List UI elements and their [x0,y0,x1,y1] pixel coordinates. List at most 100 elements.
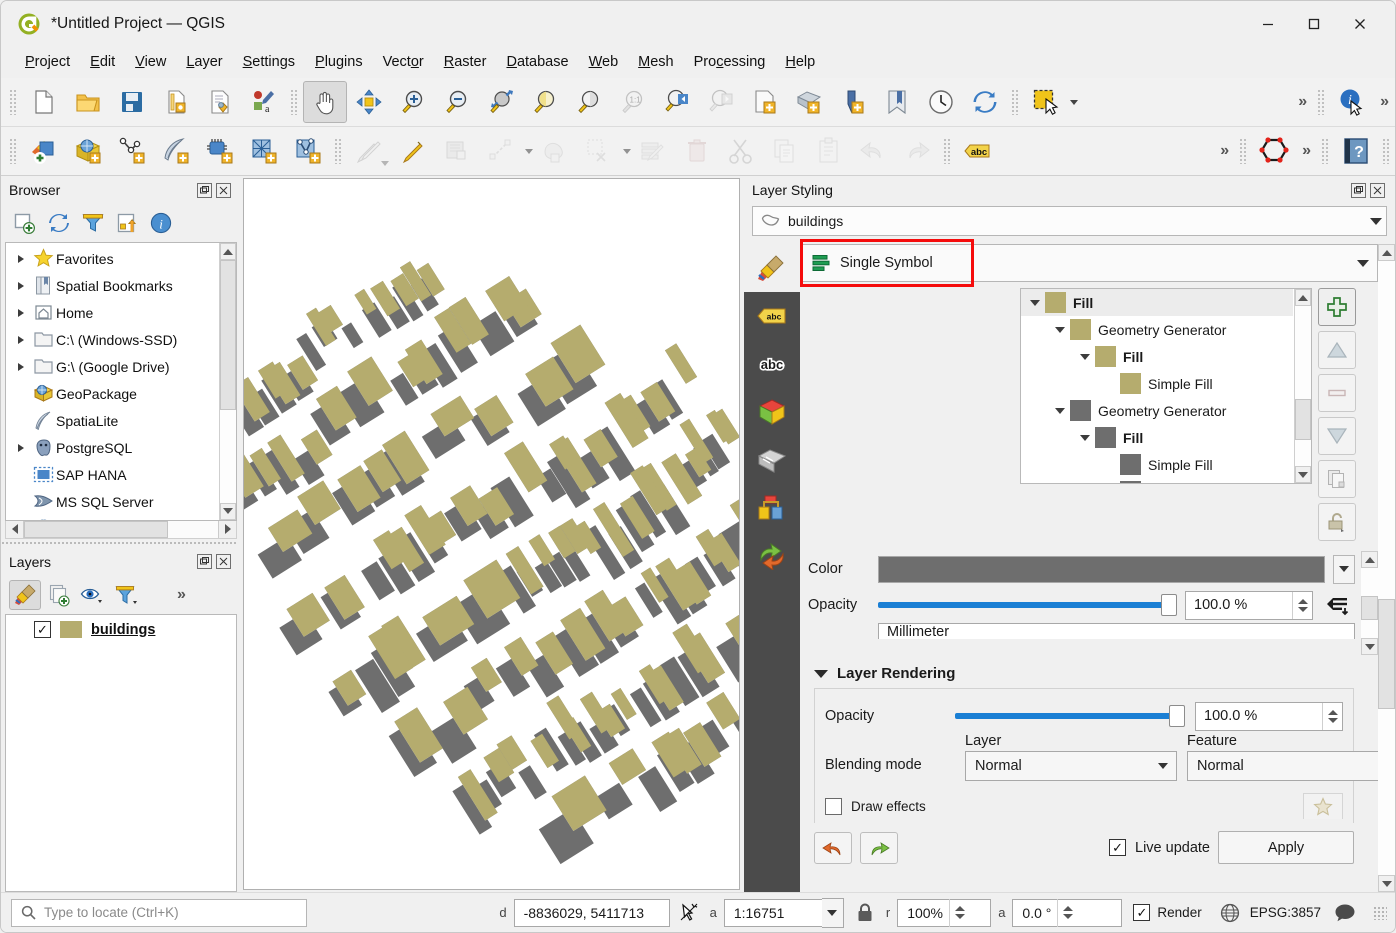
menu-web[interactable]: Web [579,51,629,73]
add-vector-layer-button[interactable] [22,130,66,172]
paste-features-button[interactable] [807,130,851,172]
symbol-layer-row[interactable]: Fill [1021,289,1293,316]
browser-tree[interactable]: FavoritesSpatial BookmarksHomeC:\ (Windo… [5,242,237,521]
refresh-browser-button[interactable] [43,208,75,238]
symbol-layer-row[interactable]: Simple Fill [1021,478,1293,484]
layer-blend-combo[interactable]: Normal [965,751,1177,781]
current-edits-button[interactable] [347,130,391,172]
renderer-combo[interactable]: Single Symbol [800,244,1378,282]
move-symbol-up-button[interactable] [1318,331,1356,369]
copy-features-button[interactable] [763,130,807,172]
scroll-thumb[interactable] [24,521,168,538]
minimize-button[interactable] [1245,1,1291,46]
digitizing-toolbar-grip[interactable] [334,138,343,164]
scroll-track[interactable] [1295,306,1311,466]
multi-edit-button[interactable] [631,130,675,172]
symbol-layer-tree[interactable]: FillGeometry GeneratorFillSimple FillGeo… [1020,288,1312,484]
add-geopackage-layer-button[interactable] [66,130,110,172]
layers-toolbar-overflow[interactable]: » [171,586,192,604]
symbol-layer-row[interactable]: Geometry Generator [1021,316,1293,343]
zoom-next-button[interactable] [699,81,743,123]
duplicate-symbol-layer-button[interactable] [1318,460,1356,498]
scroll-thumb[interactable] [220,260,236,410]
scroll-up-button[interactable] [1378,244,1395,261]
draw-effects-checkbox[interactable] [825,798,842,815]
save-layer-edits-button[interactable] [435,130,479,172]
symbol-layer-row[interactable]: Fill [1021,343,1293,370]
magnifier-spin-buttons[interactable] [949,899,969,927]
help-toolbar-grip[interactable] [1321,138,1330,164]
zoom-in-button[interactable] [391,81,435,123]
layer-visibility-checkbox[interactable]: ✓ [34,621,51,638]
browser-item-3[interactable]: C:\ (Windows-SSD) [6,326,218,353]
menu-vector[interactable]: Vector [373,51,434,73]
tab-masks[interactable]: abc [744,340,800,388]
scroll-thumb[interactable] [1361,596,1378,620]
maximize-button[interactable] [1291,1,1337,46]
scale-combo[interactable]: 1:16751 [724,898,844,928]
lock-symbol-layer-button[interactable] [1318,503,1356,541]
collapse-all-button[interactable] [111,208,143,238]
style-manager-button[interactable] [198,81,242,123]
new-3d-map-view-button[interactable] [787,81,831,123]
menu-mesh[interactable]: Mesh [628,51,683,73]
layer-opacity-slider[interactable] [955,705,1185,727]
tab-diagrams[interactable] [744,436,800,484]
spin-buttons[interactable] [1322,703,1342,730]
scroll-track[interactable] [1361,568,1378,638]
color-dropdown-button[interactable] [1333,555,1355,584]
browser-item-2[interactable]: Home [6,299,218,326]
collapse-arrow-icon[interactable] [1025,300,1045,306]
identify-features-button[interactable]: i [1330,81,1374,123]
properties-scrollbar[interactable] [1361,551,1378,655]
lock-scale-button[interactable] [851,902,879,924]
zoom-full-button[interactable] [479,81,523,123]
opacity-data-defined-button[interactable] [1321,591,1355,619]
add-virtual-layer-button[interactable] [286,130,330,172]
zoom-to-layer-button[interactable] [567,81,611,123]
add-spatialite-layer-button[interactable] [110,130,154,172]
opacity-slider[interactable] [878,594,1177,616]
modify-attributes-dropdown[interactable] [621,149,631,154]
slider-handle[interactable] [1169,705,1185,727]
zoom-last-button[interactable] [655,81,699,123]
browser-item-0[interactable]: Favorites [6,245,218,272]
styling-close-button[interactable] [1370,183,1385,198]
expand-arrow-icon[interactable] [12,282,30,290]
browser-item-6[interactable]: SpatiaLite [6,407,218,434]
scroll-down-button[interactable] [1378,875,1395,892]
toggle-extents-button[interactable] [677,902,703,924]
crs-button[interactable] [1217,903,1243,923]
select-features-dropdown[interactable] [1068,100,1078,105]
undo-styling-button[interactable] [814,832,852,864]
help-button[interactable]: ? [1334,130,1378,172]
filter-legend-button[interactable] [111,580,143,610]
collapse-arrow-icon[interactable] [1050,408,1070,414]
scroll-track[interactable] [1378,261,1395,875]
add-mesh-layer-button[interactable] [242,130,286,172]
add-feature-button[interactable] [479,130,523,172]
zoom-native-button[interactable]: 1:1 [611,81,655,123]
browser-item-4[interactable]: G:\ (Google Drive) [6,353,218,380]
shape-toolbar-grip[interactable] [1239,138,1248,164]
scroll-up-button[interactable] [1295,289,1311,306]
scroll-left-button[interactable] [6,521,24,538]
shape-overflow[interactable]: » [1296,142,1317,160]
symbol-tree-scrollbar[interactable] [1294,289,1311,483]
unit-combo[interactable]: Millimeter [878,623,1355,639]
label-toolbar-grip[interactable] [943,138,952,164]
info-toolbar-overflow[interactable]: » [1374,93,1395,111]
move-symbol-down-button[interactable] [1318,417,1356,455]
browser-item-9[interactable]: MS SQL Server [6,488,218,515]
browser-horizontal-scrollbar[interactable] [5,521,237,539]
digitizing-overflow[interactable]: » [1214,142,1235,160]
scroll-down-button[interactable] [220,503,236,520]
symbol-layer-row[interactable]: Simple Fill [1021,451,1293,478]
show-layout-manager-button[interactable]: a [242,81,286,123]
rotation-field[interactable]: 0.0 ° [1012,899,1122,927]
scroll-up-button[interactable] [1361,551,1378,568]
symbol-layer-row[interactable]: Fill [1021,424,1293,451]
main-toolbar-overflow[interactable]: » [1292,93,1313,111]
add-symbol-layer-button[interactable] [1318,288,1356,326]
attributes-toolbar-grip[interactable] [1011,89,1020,115]
